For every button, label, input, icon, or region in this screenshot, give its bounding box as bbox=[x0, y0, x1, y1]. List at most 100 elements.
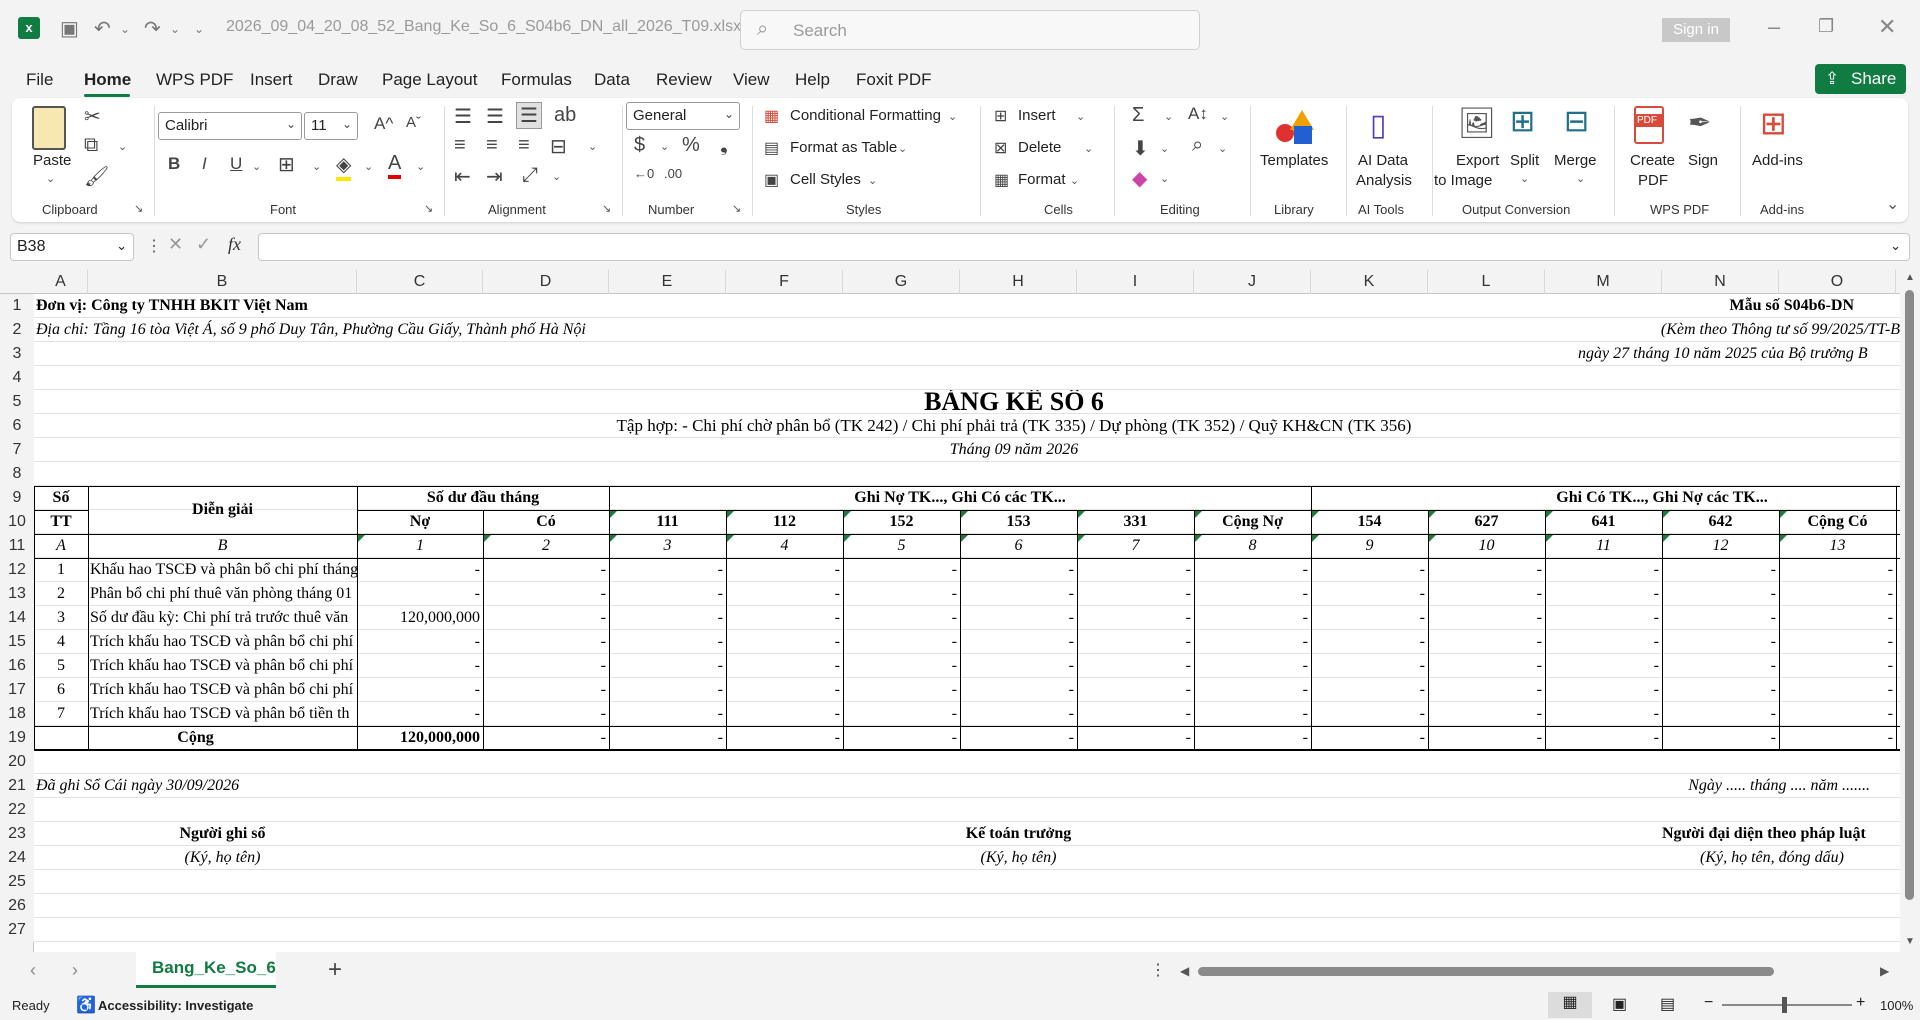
row-stt[interactable]: 5 bbox=[34, 654, 88, 678]
report-subtitle[interactable]: Tập hợp: - Chi phí chờ phân bổ (TK 242) … bbox=[34, 414, 1900, 438]
row-debit-balance[interactable]: - bbox=[357, 654, 480, 678]
signer-1-note[interactable]: (Ký, họ tên) bbox=[88, 846, 357, 870]
zoom-in-icon[interactable]: + bbox=[1856, 994, 1865, 1012]
row-stt[interactable]: 7 bbox=[34, 702, 88, 726]
search-input[interactable]: ⌕ Search bbox=[740, 10, 1200, 50]
row-debit-balance[interactable]: - bbox=[357, 582, 480, 606]
name-box[interactable]: B38 ⌄ bbox=[10, 233, 134, 261]
row-debit-balance[interactable]: - bbox=[357, 558, 480, 582]
format-cells-button[interactable]: Format bbox=[1018, 171, 1066, 188]
enter-icon[interactable]: ✓ bbox=[196, 234, 211, 255]
page-layout-view-icon[interactable]: ▣ bbox=[1612, 994, 1627, 1014]
row-value[interactable]: - bbox=[1779, 582, 1893, 606]
create-pdf-line2[interactable]: PDF bbox=[1638, 172, 1668, 189]
header-credit-group[interactable]: Ghi Có TK..., Ghi Nợ các TK... bbox=[1311, 486, 1900, 510]
clear-icon[interactable]: ◆ bbox=[1132, 166, 1147, 191]
column-header-c[interactable]: C bbox=[357, 270, 483, 294]
wrap-text-icon[interactable]: ab bbox=[554, 104, 576, 127]
index-cell-9[interactable]: 8 bbox=[1194, 534, 1311, 558]
row-description[interactable]: Trích khấu hao TSCĐ và phân bổ tiền th bbox=[90, 702, 357, 726]
fill-icon[interactable]: ⬇ bbox=[1132, 136, 1149, 161]
signer-3-title[interactable]: Người đại diện theo pháp luật bbox=[1620, 822, 1900, 846]
column-header-k[interactable]: K bbox=[1311, 270, 1428, 294]
font-name-select[interactable]: Calibri ⌄ bbox=[158, 112, 302, 140]
row-header-9[interactable]: 9 bbox=[0, 486, 34, 510]
row-stt[interactable]: 2 bbox=[34, 582, 88, 606]
row-value[interactable]: - bbox=[1662, 606, 1776, 630]
error-indicator-icon[interactable] bbox=[1078, 535, 1085, 542]
fill-color-icon[interactable]: ◈ bbox=[336, 152, 352, 181]
subheader-8[interactable]: 154 bbox=[1311, 510, 1428, 534]
total-value[interactable]: - bbox=[609, 726, 723, 750]
index-cell-5[interactable]: 4 bbox=[726, 534, 843, 558]
error-indicator-icon[interactable] bbox=[844, 535, 851, 542]
row-value[interactable]: - bbox=[609, 678, 723, 702]
error-indicator-icon[interactable] bbox=[1546, 535, 1553, 542]
zoom-out-icon[interactable]: − bbox=[1704, 994, 1713, 1012]
orientation-dropdown-icon[interactable]: ⌄ bbox=[552, 170, 561, 183]
worksheet-grid[interactable]: ABCDEFGHIJKLMNO 1 2 3 4 5 6 7 8 9 10 11 12 13 14 15 16 1… bbox=[0, 270, 1900, 952]
column-header-b[interactable]: B bbox=[88, 270, 357, 294]
page-break-view-icon[interactable]: ▤ bbox=[1660, 994, 1675, 1014]
row-value[interactable]: - bbox=[1662, 582, 1776, 606]
row-value[interactable]: - bbox=[1194, 630, 1308, 654]
total-value[interactable]: - bbox=[1779, 726, 1893, 750]
split-dropdown-icon[interactable]: ⌄ bbox=[1520, 172, 1529, 185]
row-value[interactable]: - bbox=[1311, 702, 1425, 726]
signer-3-note[interactable]: (Ký, họ tên, đóng dấu) bbox=[1640, 846, 1900, 870]
copy-icon[interactable]: ⧉ bbox=[84, 134, 98, 157]
format-as-table-icon[interactable]: ▤ bbox=[764, 138, 779, 158]
split-icon[interactable]: ⊞ bbox=[1510, 104, 1535, 139]
unit-address[interactable]: Địa chỉ: Tầng 16 tòa Việt Á, số 9 phố Du… bbox=[36, 318, 936, 342]
header-description[interactable]: Diễn giải bbox=[88, 486, 357, 534]
paste-dropdown-icon[interactable]: ⌄ bbox=[46, 172, 55, 185]
row-value[interactable]: - bbox=[609, 654, 723, 678]
total-value[interactable]: - bbox=[1194, 726, 1308, 750]
row-header-6[interactable]: 6 bbox=[0, 414, 34, 438]
row-value[interactable]: - bbox=[483, 582, 606, 606]
subheader-11[interactable]: 642 bbox=[1662, 510, 1779, 534]
cell-styles-dropdown-icon[interactable]: ⌄ bbox=[868, 174, 877, 187]
row-value[interactable]: - bbox=[960, 630, 1074, 654]
create-pdf-line1[interactable]: Create bbox=[1630, 152, 1675, 169]
format-as-table-dropdown-icon[interactable]: ⌄ bbox=[898, 142, 907, 155]
bold-icon[interactable]: B bbox=[168, 154, 180, 174]
column-header-m[interactable]: M bbox=[1545, 270, 1662, 294]
cell-styles-button[interactable]: Cell Styles bbox=[790, 171, 861, 188]
add-sheet-icon[interactable]: + bbox=[328, 956, 342, 984]
font-color-dropdown-icon[interactable]: ⌄ bbox=[416, 160, 425, 173]
paste-button[interactable]: Paste bbox=[33, 152, 71, 169]
row-header-20[interactable]: 20 bbox=[0, 750, 34, 774]
row-value[interactable]: - bbox=[1779, 654, 1893, 678]
templates-icon[interactable] bbox=[1276, 108, 1316, 148]
row-value[interactable]: - bbox=[1545, 702, 1659, 726]
column-header-g[interactable]: G bbox=[843, 270, 960, 294]
subheader-3[interactable]: 112 bbox=[726, 510, 843, 534]
vertical-scroll-thumb[interactable] bbox=[1905, 290, 1914, 900]
find-select-icon[interactable]: ⌕ bbox=[1192, 134, 1203, 157]
decrease-indent-icon[interactable]: ⇤ bbox=[454, 164, 471, 189]
sign-button[interactable]: Sign bbox=[1688, 152, 1718, 169]
scroll-right-icon[interactable]: ▶ bbox=[1880, 964, 1889, 978]
row-value[interactable]: - bbox=[1311, 582, 1425, 606]
header-stt-1[interactable]: Số bbox=[34, 486, 88, 510]
format-dropdown-icon[interactable]: ⌄ bbox=[1070, 174, 1079, 187]
clipboard-launcher-icon[interactable]: ↘ bbox=[134, 202, 143, 215]
tab-file[interactable]: File bbox=[26, 70, 53, 90]
sheet-tab-bang-ke-so-6[interactable]: Bang_Ke_So_6 bbox=[136, 952, 276, 988]
underline-icon[interactable]: U bbox=[230, 154, 242, 174]
font-size-select[interactable]: 11 ⌄ bbox=[304, 112, 358, 140]
subheader-12[interactable]: Cộng Có bbox=[1779, 510, 1896, 534]
decrease-font-icon[interactable]: Aˇ bbox=[406, 114, 421, 131]
row-value[interactable]: - bbox=[726, 606, 840, 630]
error-indicator-icon[interactable] bbox=[1546, 511, 1553, 518]
subheader-10[interactable]: 641 bbox=[1545, 510, 1662, 534]
row-value[interactable]: - bbox=[1428, 678, 1542, 702]
row-value[interactable]: - bbox=[1077, 702, 1191, 726]
total-value[interactable]: - bbox=[1311, 726, 1425, 750]
row-value[interactable]: - bbox=[1077, 630, 1191, 654]
prev-sheet-icon[interactable]: ‹ bbox=[30, 960, 36, 981]
row-value[interactable]: - bbox=[726, 702, 840, 726]
column-header-d[interactable]: D bbox=[483, 270, 609, 294]
error-indicator-icon[interactable] bbox=[727, 535, 734, 542]
